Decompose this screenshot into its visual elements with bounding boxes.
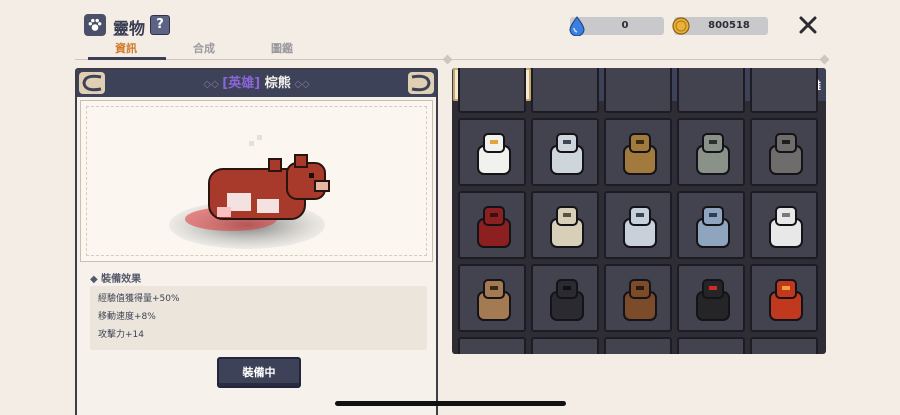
gold-value: 800518: [708, 20, 750, 31]
deer-icon: [477, 279, 511, 321]
pet-slot[interactable]: [750, 118, 818, 186]
pet-slot[interactable]: [531, 191, 599, 259]
pet-slot[interactable]: [750, 337, 818, 354]
bull-icon: [623, 279, 657, 321]
pet-slot[interactable]: [677, 68, 745, 113]
gold-currency: 800518: [671, 15, 768, 37]
diamond-bullet-icon: ◆: [90, 274, 102, 285]
pet-list-panel: 全部 一般 高級 稀有 英雄: [452, 68, 826, 354]
bird-red-icon: [477, 206, 511, 248]
pet-preview: [80, 100, 433, 262]
duck-icon: [477, 133, 511, 175]
eagle-icon: [769, 206, 803, 248]
pet-slot[interactable]: [458, 337, 526, 354]
ornament-icon: ◇◇: [203, 79, 223, 90]
black-cat-icon: [696, 279, 730, 321]
pet-slot[interactable]: [604, 264, 672, 332]
page-title: 靈物: [113, 19, 146, 38]
spirit-icon: [696, 206, 730, 248]
pet-slot[interactable]: [604, 191, 672, 259]
pet-slot[interactable]: [531, 68, 599, 113]
water-drop-icon: [567, 15, 587, 37]
pet-slot[interactable]: [677, 264, 745, 332]
effects-list: 經驗值獲得量+50% 移動速度+8% 攻擊力+14: [90, 286, 427, 350]
fire-imp-icon: [769, 279, 803, 321]
pet-detail-panel: ◇◇ [英雄] 棕熊 ◇◇ ◆ 裝備效果 經驗值獲得量+50% 移動速度+8% …: [75, 68, 438, 415]
pet-slot[interactable]: [604, 68, 672, 113]
gold-coin-icon: [671, 15, 691, 37]
pet-slot[interactable]: [458, 264, 526, 332]
pet-slot[interactable]: [458, 68, 526, 113]
pet-slot[interactable]: [677, 118, 745, 186]
pet-slot[interactable]: [531, 118, 599, 186]
owl-icon: [769, 133, 803, 175]
close-icon[interactable]: [797, 14, 819, 36]
skull-icon: [550, 206, 584, 248]
paw-icon: [84, 14, 106, 36]
pet-slot[interactable]: [531, 337, 599, 354]
water-currency: 0: [567, 15, 664, 37]
ornament-icon: ◇◇: [290, 79, 310, 90]
equipped-button[interactable]: 裝備中: [217, 357, 301, 388]
pet-slot[interactable]: [750, 68, 818, 113]
effect-exp: 經驗值獲得量+50%: [98, 294, 180, 304]
pet-slot[interactable]: [750, 264, 818, 332]
golem-icon: [623, 133, 657, 175]
effect-speed: 移動速度+8%: [98, 312, 156, 322]
pet-slot[interactable]: [458, 191, 526, 259]
pet-rank: [英雄]: [222, 76, 261, 91]
pet-name: 棕熊: [264, 76, 291, 91]
tab-codex[interactable]: 圖鑑: [244, 40, 320, 60]
pet-slot[interactable]: [458, 118, 526, 186]
pet-slot[interactable]: [604, 118, 672, 186]
effects-heading: ◆ 裝備效果: [90, 274, 142, 285]
pet-title: ◇◇ [英雄] 棕熊 ◇◇: [77, 70, 436, 97]
pet-slot[interactable]: [677, 337, 745, 354]
active-tab-underline: [88, 57, 166, 60]
water-value: 0: [621, 20, 629, 31]
pet-slot[interactable]: [604, 337, 672, 354]
help-button[interactable]: ?: [150, 15, 170, 35]
pet-slot[interactable]: [750, 191, 818, 259]
ghost-wolf-icon: [623, 206, 657, 248]
effect-attack: 攻擊力+14: [98, 330, 144, 340]
tab-synthesis[interactable]: 合成: [166, 40, 242, 60]
pet-slot[interactable]: [531, 264, 599, 332]
brown-bear-sprite: [169, 135, 330, 249]
panther-icon: [550, 279, 584, 321]
home-indicator: [335, 401, 566, 406]
fish-icon: [550, 133, 584, 175]
bird-icon: [696, 133, 730, 175]
pet-slot[interactable]: [677, 191, 745, 259]
pet-name-banner: ◇◇ [英雄] 棕熊 ◇◇: [77, 70, 436, 97]
